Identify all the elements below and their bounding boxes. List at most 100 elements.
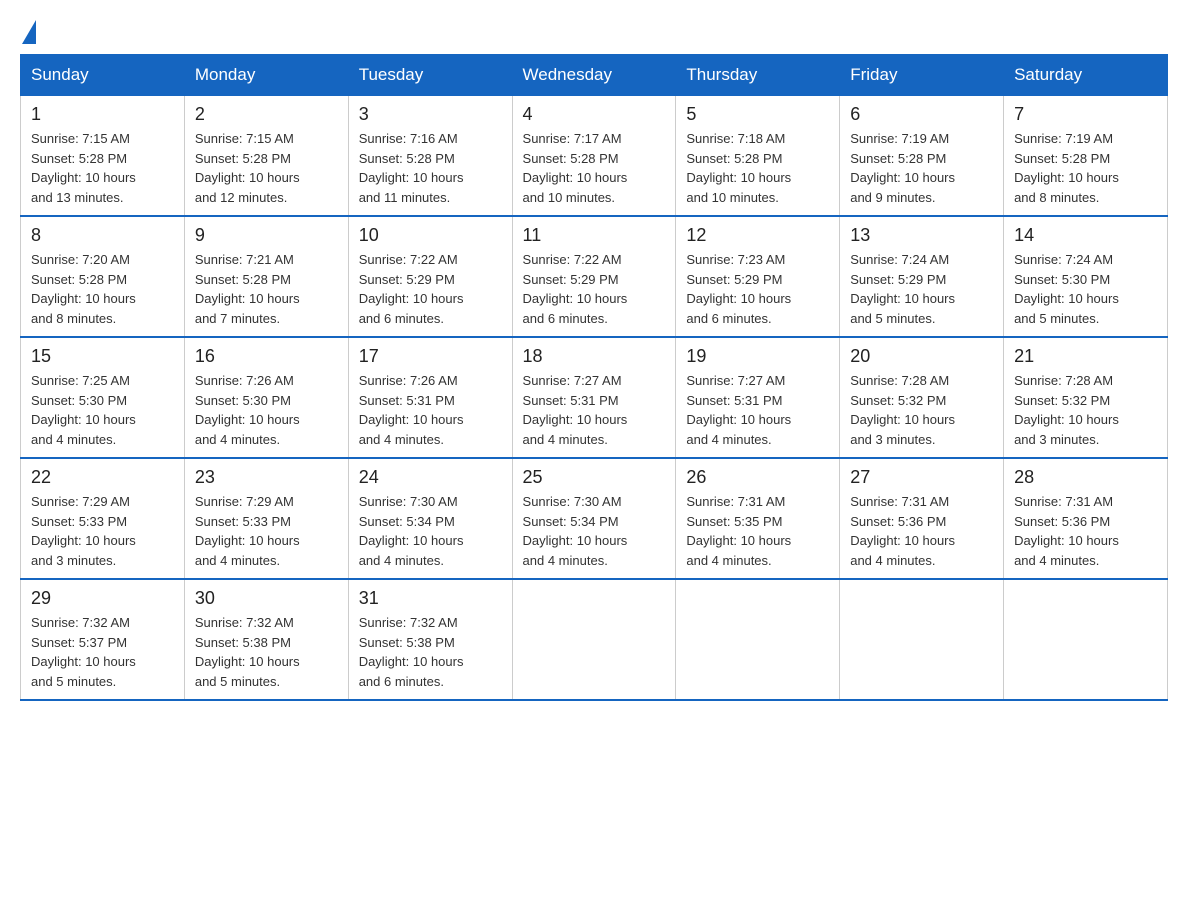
week-row-5: 29 Sunrise: 7:32 AMSunset: 5:37 PMDaylig… bbox=[21, 579, 1168, 700]
day-cell: 18 Sunrise: 7:27 AMSunset: 5:31 PMDaylig… bbox=[512, 337, 676, 458]
day-info: Sunrise: 7:30 AMSunset: 5:34 PMDaylight:… bbox=[523, 492, 666, 570]
day-cell bbox=[840, 579, 1004, 700]
day-cell: 1 Sunrise: 7:15 AMSunset: 5:28 PMDayligh… bbox=[21, 96, 185, 217]
day-info: Sunrise: 7:30 AMSunset: 5:34 PMDaylight:… bbox=[359, 492, 502, 570]
day-number: 11 bbox=[523, 225, 666, 246]
day-number: 26 bbox=[686, 467, 829, 488]
day-info: Sunrise: 7:22 AMSunset: 5:29 PMDaylight:… bbox=[359, 250, 502, 328]
day-cell: 2 Sunrise: 7:15 AMSunset: 5:28 PMDayligh… bbox=[184, 96, 348, 217]
day-cell: 17 Sunrise: 7:26 AMSunset: 5:31 PMDaylig… bbox=[348, 337, 512, 458]
day-info: Sunrise: 7:31 AMSunset: 5:36 PMDaylight:… bbox=[1014, 492, 1157, 570]
day-cell: 15 Sunrise: 7:25 AMSunset: 5:30 PMDaylig… bbox=[21, 337, 185, 458]
day-info: Sunrise: 7:25 AMSunset: 5:30 PMDaylight:… bbox=[31, 371, 174, 449]
day-number: 31 bbox=[359, 588, 502, 609]
day-info: Sunrise: 7:28 AMSunset: 5:32 PMDaylight:… bbox=[850, 371, 993, 449]
calendar-table: SundayMondayTuesdayWednesdayThursdayFrid… bbox=[20, 54, 1168, 701]
day-cell: 9 Sunrise: 7:21 AMSunset: 5:28 PMDayligh… bbox=[184, 216, 348, 337]
day-cell bbox=[1004, 579, 1168, 700]
day-number: 29 bbox=[31, 588, 174, 609]
day-number: 9 bbox=[195, 225, 338, 246]
day-cell: 16 Sunrise: 7:26 AMSunset: 5:30 PMDaylig… bbox=[184, 337, 348, 458]
day-cell: 5 Sunrise: 7:18 AMSunset: 5:28 PMDayligh… bbox=[676, 96, 840, 217]
day-cell: 8 Sunrise: 7:20 AMSunset: 5:28 PMDayligh… bbox=[21, 216, 185, 337]
day-cell: 6 Sunrise: 7:19 AMSunset: 5:28 PMDayligh… bbox=[840, 96, 1004, 217]
day-cell: 12 Sunrise: 7:23 AMSunset: 5:29 PMDaylig… bbox=[676, 216, 840, 337]
logo-triangle-icon bbox=[22, 20, 36, 44]
day-cell: 7 Sunrise: 7:19 AMSunset: 5:28 PMDayligh… bbox=[1004, 96, 1168, 217]
day-number: 6 bbox=[850, 104, 993, 125]
day-info: Sunrise: 7:32 AMSunset: 5:38 PMDaylight:… bbox=[359, 613, 502, 691]
day-cell: 23 Sunrise: 7:29 AMSunset: 5:33 PMDaylig… bbox=[184, 458, 348, 579]
day-number: 15 bbox=[31, 346, 174, 367]
day-info: Sunrise: 7:32 AMSunset: 5:38 PMDaylight:… bbox=[195, 613, 338, 691]
day-number: 10 bbox=[359, 225, 502, 246]
day-info: Sunrise: 7:23 AMSunset: 5:29 PMDaylight:… bbox=[686, 250, 829, 328]
day-info: Sunrise: 7:15 AMSunset: 5:28 PMDaylight:… bbox=[195, 129, 338, 207]
day-number: 28 bbox=[1014, 467, 1157, 488]
day-info: Sunrise: 7:16 AMSunset: 5:28 PMDaylight:… bbox=[359, 129, 502, 207]
day-cell bbox=[676, 579, 840, 700]
day-number: 25 bbox=[523, 467, 666, 488]
day-info: Sunrise: 7:20 AMSunset: 5:28 PMDaylight:… bbox=[31, 250, 174, 328]
day-info: Sunrise: 7:31 AMSunset: 5:36 PMDaylight:… bbox=[850, 492, 993, 570]
col-header-sunday: Sunday bbox=[21, 55, 185, 96]
day-number: 17 bbox=[359, 346, 502, 367]
day-info: Sunrise: 7:27 AMSunset: 5:31 PMDaylight:… bbox=[523, 371, 666, 449]
day-number: 13 bbox=[850, 225, 993, 246]
day-info: Sunrise: 7:28 AMSunset: 5:32 PMDaylight:… bbox=[1014, 371, 1157, 449]
day-info: Sunrise: 7:27 AMSunset: 5:31 PMDaylight:… bbox=[686, 371, 829, 449]
day-cell: 4 Sunrise: 7:17 AMSunset: 5:28 PMDayligh… bbox=[512, 96, 676, 217]
week-row-4: 22 Sunrise: 7:29 AMSunset: 5:33 PMDaylig… bbox=[21, 458, 1168, 579]
day-info: Sunrise: 7:29 AMSunset: 5:33 PMDaylight:… bbox=[195, 492, 338, 570]
day-info: Sunrise: 7:19 AMSunset: 5:28 PMDaylight:… bbox=[850, 129, 993, 207]
day-cell: 30 Sunrise: 7:32 AMSunset: 5:38 PMDaylig… bbox=[184, 579, 348, 700]
day-info: Sunrise: 7:18 AMSunset: 5:28 PMDaylight:… bbox=[686, 129, 829, 207]
day-number: 5 bbox=[686, 104, 829, 125]
day-info: Sunrise: 7:26 AMSunset: 5:30 PMDaylight:… bbox=[195, 371, 338, 449]
day-number: 2 bbox=[195, 104, 338, 125]
day-info: Sunrise: 7:17 AMSunset: 5:28 PMDaylight:… bbox=[523, 129, 666, 207]
day-cell: 21 Sunrise: 7:28 AMSunset: 5:32 PMDaylig… bbox=[1004, 337, 1168, 458]
day-info: Sunrise: 7:21 AMSunset: 5:28 PMDaylight:… bbox=[195, 250, 338, 328]
day-cell: 13 Sunrise: 7:24 AMSunset: 5:29 PMDaylig… bbox=[840, 216, 1004, 337]
day-number: 3 bbox=[359, 104, 502, 125]
day-info: Sunrise: 7:22 AMSunset: 5:29 PMDaylight:… bbox=[523, 250, 666, 328]
day-number: 12 bbox=[686, 225, 829, 246]
week-row-2: 8 Sunrise: 7:20 AMSunset: 5:28 PMDayligh… bbox=[21, 216, 1168, 337]
day-cell: 31 Sunrise: 7:32 AMSunset: 5:38 PMDaylig… bbox=[348, 579, 512, 700]
col-header-friday: Friday bbox=[840, 55, 1004, 96]
header bbox=[20, 20, 1168, 38]
col-header-thursday: Thursday bbox=[676, 55, 840, 96]
day-info: Sunrise: 7:24 AMSunset: 5:29 PMDaylight:… bbox=[850, 250, 993, 328]
col-header-monday: Monday bbox=[184, 55, 348, 96]
day-number: 18 bbox=[523, 346, 666, 367]
day-number: 16 bbox=[195, 346, 338, 367]
col-header-tuesday: Tuesday bbox=[348, 55, 512, 96]
day-cell: 20 Sunrise: 7:28 AMSunset: 5:32 PMDaylig… bbox=[840, 337, 1004, 458]
day-number: 8 bbox=[31, 225, 174, 246]
day-cell: 24 Sunrise: 7:30 AMSunset: 5:34 PMDaylig… bbox=[348, 458, 512, 579]
day-info: Sunrise: 7:31 AMSunset: 5:35 PMDaylight:… bbox=[686, 492, 829, 570]
day-number: 19 bbox=[686, 346, 829, 367]
col-header-saturday: Saturday bbox=[1004, 55, 1168, 96]
day-number: 21 bbox=[1014, 346, 1157, 367]
week-row-1: 1 Sunrise: 7:15 AMSunset: 5:28 PMDayligh… bbox=[21, 96, 1168, 217]
day-number: 27 bbox=[850, 467, 993, 488]
day-info: Sunrise: 7:19 AMSunset: 5:28 PMDaylight:… bbox=[1014, 129, 1157, 207]
day-number: 24 bbox=[359, 467, 502, 488]
day-info: Sunrise: 7:15 AMSunset: 5:28 PMDaylight:… bbox=[31, 129, 174, 207]
day-number: 1 bbox=[31, 104, 174, 125]
day-cell: 29 Sunrise: 7:32 AMSunset: 5:37 PMDaylig… bbox=[21, 579, 185, 700]
logo bbox=[20, 20, 38, 38]
day-cell: 25 Sunrise: 7:30 AMSunset: 5:34 PMDaylig… bbox=[512, 458, 676, 579]
day-info: Sunrise: 7:32 AMSunset: 5:37 PMDaylight:… bbox=[31, 613, 174, 691]
day-info: Sunrise: 7:26 AMSunset: 5:31 PMDaylight:… bbox=[359, 371, 502, 449]
day-cell bbox=[512, 579, 676, 700]
week-row-3: 15 Sunrise: 7:25 AMSunset: 5:30 PMDaylig… bbox=[21, 337, 1168, 458]
day-cell: 28 Sunrise: 7:31 AMSunset: 5:36 PMDaylig… bbox=[1004, 458, 1168, 579]
day-cell: 26 Sunrise: 7:31 AMSunset: 5:35 PMDaylig… bbox=[676, 458, 840, 579]
day-cell: 27 Sunrise: 7:31 AMSunset: 5:36 PMDaylig… bbox=[840, 458, 1004, 579]
col-header-wednesday: Wednesday bbox=[512, 55, 676, 96]
day-cell: 22 Sunrise: 7:29 AMSunset: 5:33 PMDaylig… bbox=[21, 458, 185, 579]
day-number: 22 bbox=[31, 467, 174, 488]
